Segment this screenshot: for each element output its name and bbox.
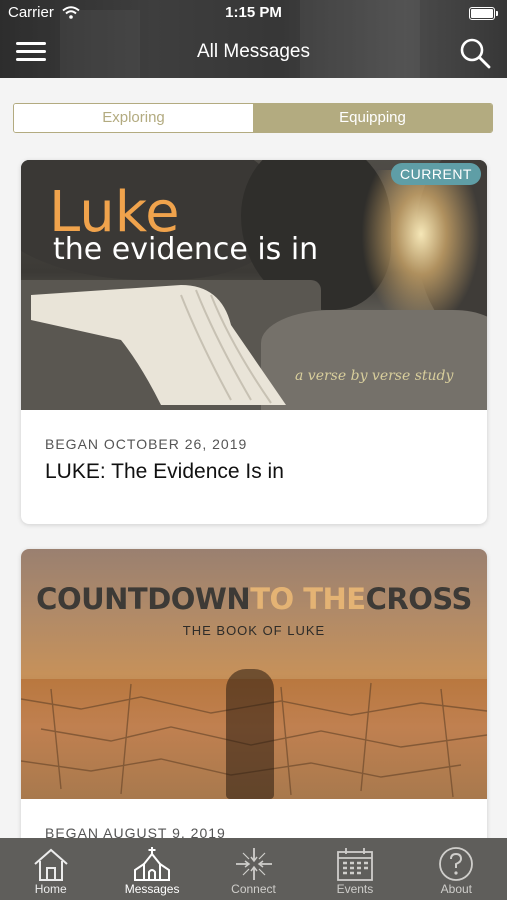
tab-label: Home <box>34 882 67 896</box>
tab-events[interactable]: Events <box>304 838 405 900</box>
tab-about[interactable]: About <box>406 838 507 900</box>
series-date: BEGAN OCTOBER 26, 2019 <box>45 436 248 452</box>
connect-icon <box>235 848 272 880</box>
battery-icon <box>469 7 498 20</box>
artwork-cloth <box>31 285 286 405</box>
artwork-subtitle: THE BOOK OF LUKE <box>182 623 326 638</box>
artwork-tagline: a verse by verse study <box>295 368 454 384</box>
tab-messages[interactable]: Messages <box>101 838 202 900</box>
artwork-light <box>361 170 481 330</box>
series-title: LUKE: The Evidence Is in <box>45 460 284 483</box>
question-icon <box>439 847 474 881</box>
artwork-title: COUNTDOWNTO THECROSS <box>21 582 487 616</box>
series-artwork: Luke the evidence is in a verse by verse… <box>21 160 487 410</box>
status-bar: Carrier 1:15 PM <box>0 4 507 24</box>
tab-label: About <box>440 882 472 896</box>
artwork-title-part-highlight: TO THE <box>250 582 366 616</box>
tab-label: Connect <box>231 882 276 896</box>
artwork-ground <box>261 310 487 410</box>
segment-equipping[interactable]: Equipping <box>253 104 492 132</box>
series-card-luke[interactable]: Luke the evidence is in a verse by verse… <box>21 160 487 524</box>
tab-label: Events <box>336 882 374 896</box>
calendar-icon <box>337 848 373 881</box>
artwork-title-part: COUNTDOWN <box>36 582 251 616</box>
segmented-control: Exploring Equipping <box>13 103 493 133</box>
tab-home[interactable]: Home <box>0 838 101 900</box>
header: Carrier 1:15 PM All Messages <box>0 0 507 78</box>
church-icon <box>134 847 171 881</box>
artwork-title-part: CROSS <box>365 582 473 616</box>
nav-bar: All Messages <box>0 32 507 74</box>
home-icon <box>34 848 68 881</box>
series-card-countdown[interactable]: COUNTDOWNTO THECROSS THE BOOK OF LUKE BE… <box>21 549 487 849</box>
artwork-shadow <box>226 669 274 799</box>
clock: 1:15 PM <box>225 4 282 21</box>
current-badge: CURRENT <box>391 163 481 185</box>
series-artwork: COUNTDOWNTO THECROSS THE BOOK OF LUKE <box>21 549 487 799</box>
tab-connect[interactable]: Connect <box>203 838 304 900</box>
segment-exploring[interactable]: Exploring <box>14 104 253 132</box>
tab-bar: Home Messages Connect Events About <box>0 838 507 900</box>
page-title: All Messages <box>197 41 310 62</box>
tab-label: Messages <box>124 882 180 896</box>
search-icon[interactable] <box>459 37 491 69</box>
artwork-subtitle: the evidence is in <box>53 232 319 267</box>
